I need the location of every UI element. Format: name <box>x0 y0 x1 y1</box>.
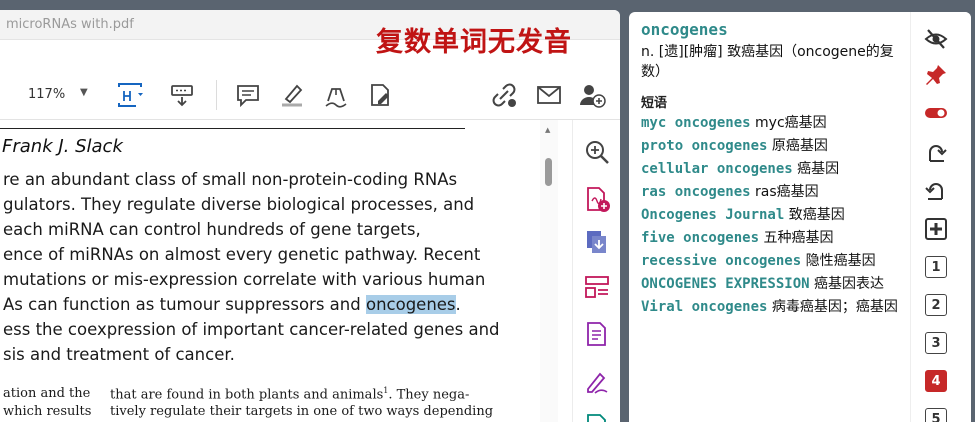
phrase-item[interactable]: myc oncogenes myc癌基因 <box>641 112 903 135</box>
scrollbar-thumb[interactable] <box>545 158 552 186</box>
organize-pages-icon[interactable] <box>583 273 611 301</box>
tools-rail <box>572 120 620 422</box>
fit-page-icon[interactable] <box>116 81 144 109</box>
phrase-item[interactable]: five oncogenes 五种癌基因 <box>641 227 903 250</box>
abstract-line: ess the coexpression of important cancer… <box>3 320 500 339</box>
preset-button-1[interactable]: 1 <box>925 256 947 278</box>
fill-and-sign-icon[interactable] <box>583 368 611 396</box>
left-column-line: ation and the <box>3 386 91 401</box>
scroll-up-arrow-icon[interactable]: ▲ <box>545 126 550 134</box>
create-pdf-icon[interactable] <box>583 185 611 213</box>
preset-button-5[interactable]: 5 <box>925 408 947 422</box>
document-scrollbar[interactable]: ▲ <box>540 120 558 422</box>
abstract-line: each miRNA can control hundreds of gene … <box>3 220 421 239</box>
phrase-item[interactable]: Viral oncogenes 病毒癌基因；癌基因 <box>641 296 903 319</box>
dictionary-sidebar: 1 2 3 4 5 <box>910 12 971 422</box>
header-rule <box>0 128 465 129</box>
fill-sign-icon[interactable] <box>366 81 394 109</box>
phrase-item[interactable]: Oncogenes Journal 致癌基因 <box>641 204 903 227</box>
abstract-line: re an abundant class of small non-protei… <box>3 170 458 189</box>
pdf-viewer-window: microRNAs with.pdf 117% ▼ Frank J. Slack… <box>0 10 620 422</box>
text-before-highlight: As can function as tumour suppressors an… <box>3 295 366 314</box>
phrase-item[interactable]: ras oncogenes ras癌基因 <box>641 181 903 204</box>
chevron-down-icon: ▼ <box>80 87 88 98</box>
dictionary-content: oncogenes n. [遗][肿瘤] 致癌基因（oncogene的复数） 短… <box>629 12 909 422</box>
undo-icon[interactable] <box>923 178 949 204</box>
definition: n. [遗][肿瘤] 致癌基因（oncogene的复数） <box>641 44 894 80</box>
right-column-line: tively regulate their targets in one of … <box>110 404 494 419</box>
abstract-line-highlighted[interactable]: As can function as tumour suppressors an… <box>3 295 461 314</box>
export-pdf-icon[interactable] <box>583 320 611 348</box>
abstract-line: gulators. They regulate diverse biologic… <box>3 195 475 214</box>
author-name: Frank J. Slack <box>2 136 123 157</box>
add-icon[interactable] <box>923 216 949 242</box>
phrase-item[interactable]: ONCOGENES EXPRESSION 癌基因表达 <box>641 273 903 296</box>
eye-off-icon[interactable] <box>923 26 949 52</box>
right-column-line: that are found in both plants and animal… <box>110 386 470 403</box>
phrase-item[interactable]: cellular oncogenes 癌基因 <box>641 158 903 181</box>
pdf-window-title: microRNAs with.pdf <box>6 17 134 32</box>
headword: oncogenes <box>641 20 728 39</box>
dictionary-popup: oncogenes n. [遗][肿瘤] 致癌基因（oncogene的复数） 短… <box>629 12 971 422</box>
pin-icon[interactable] <box>923 62 949 88</box>
document-page: Frank J. Slack re an abundant class of s… <box>0 120 540 422</box>
redo-icon[interactable] <box>923 140 949 166</box>
share-link-icon[interactable] <box>490 81 518 109</box>
sign-pen-icon[interactable] <box>322 81 350 109</box>
preset-button-3[interactable]: 3 <box>925 332 947 354</box>
zoom-in-icon[interactable] <box>583 138 611 166</box>
phrases-heading: 短语 <box>641 96 668 111</box>
selected-word[interactable]: oncogenes <box>365 295 456 314</box>
preset-button-2[interactable]: 2 <box>925 294 947 316</box>
text-after-highlight: . <box>455 295 461 314</box>
zoom-value: 117% <box>28 87 66 102</box>
add-user-icon[interactable] <box>578 81 606 109</box>
zoom-select[interactable]: 117% ▼ <box>20 84 98 106</box>
keyboard-scroll-icon[interactable] <box>168 81 196 109</box>
preset-button-4[interactable]: 4 <box>925 370 947 392</box>
abstract-line: sis and treatment of cancer. <box>3 345 235 364</box>
abstract-line: mutations or mis-expression correlate wi… <box>3 270 486 289</box>
overlay-caption: 复数单词无发音 <box>376 27 572 58</box>
toolbar-separator <box>216 80 217 110</box>
mail-icon[interactable] <box>535 81 563 109</box>
toggle-switch[interactable] <box>923 100 949 126</box>
more-tools-icon[interactable] <box>583 412 611 422</box>
pdf-toolbar: 117% ▼ <box>0 70 620 120</box>
combine-files-icon[interactable] <box>583 228 611 256</box>
phrase-item[interactable]: proto oncogenes 原癌基因 <box>641 135 903 158</box>
abstract-line: ence of miRNAs on almost every genetic p… <box>3 245 481 264</box>
left-column-line: which results <box>3 404 92 419</box>
highlighter-icon[interactable] <box>278 81 306 109</box>
comment-icon[interactable] <box>234 81 262 109</box>
phrase-item[interactable]: recessive oncogenes 隐性癌基因 <box>641 250 903 273</box>
